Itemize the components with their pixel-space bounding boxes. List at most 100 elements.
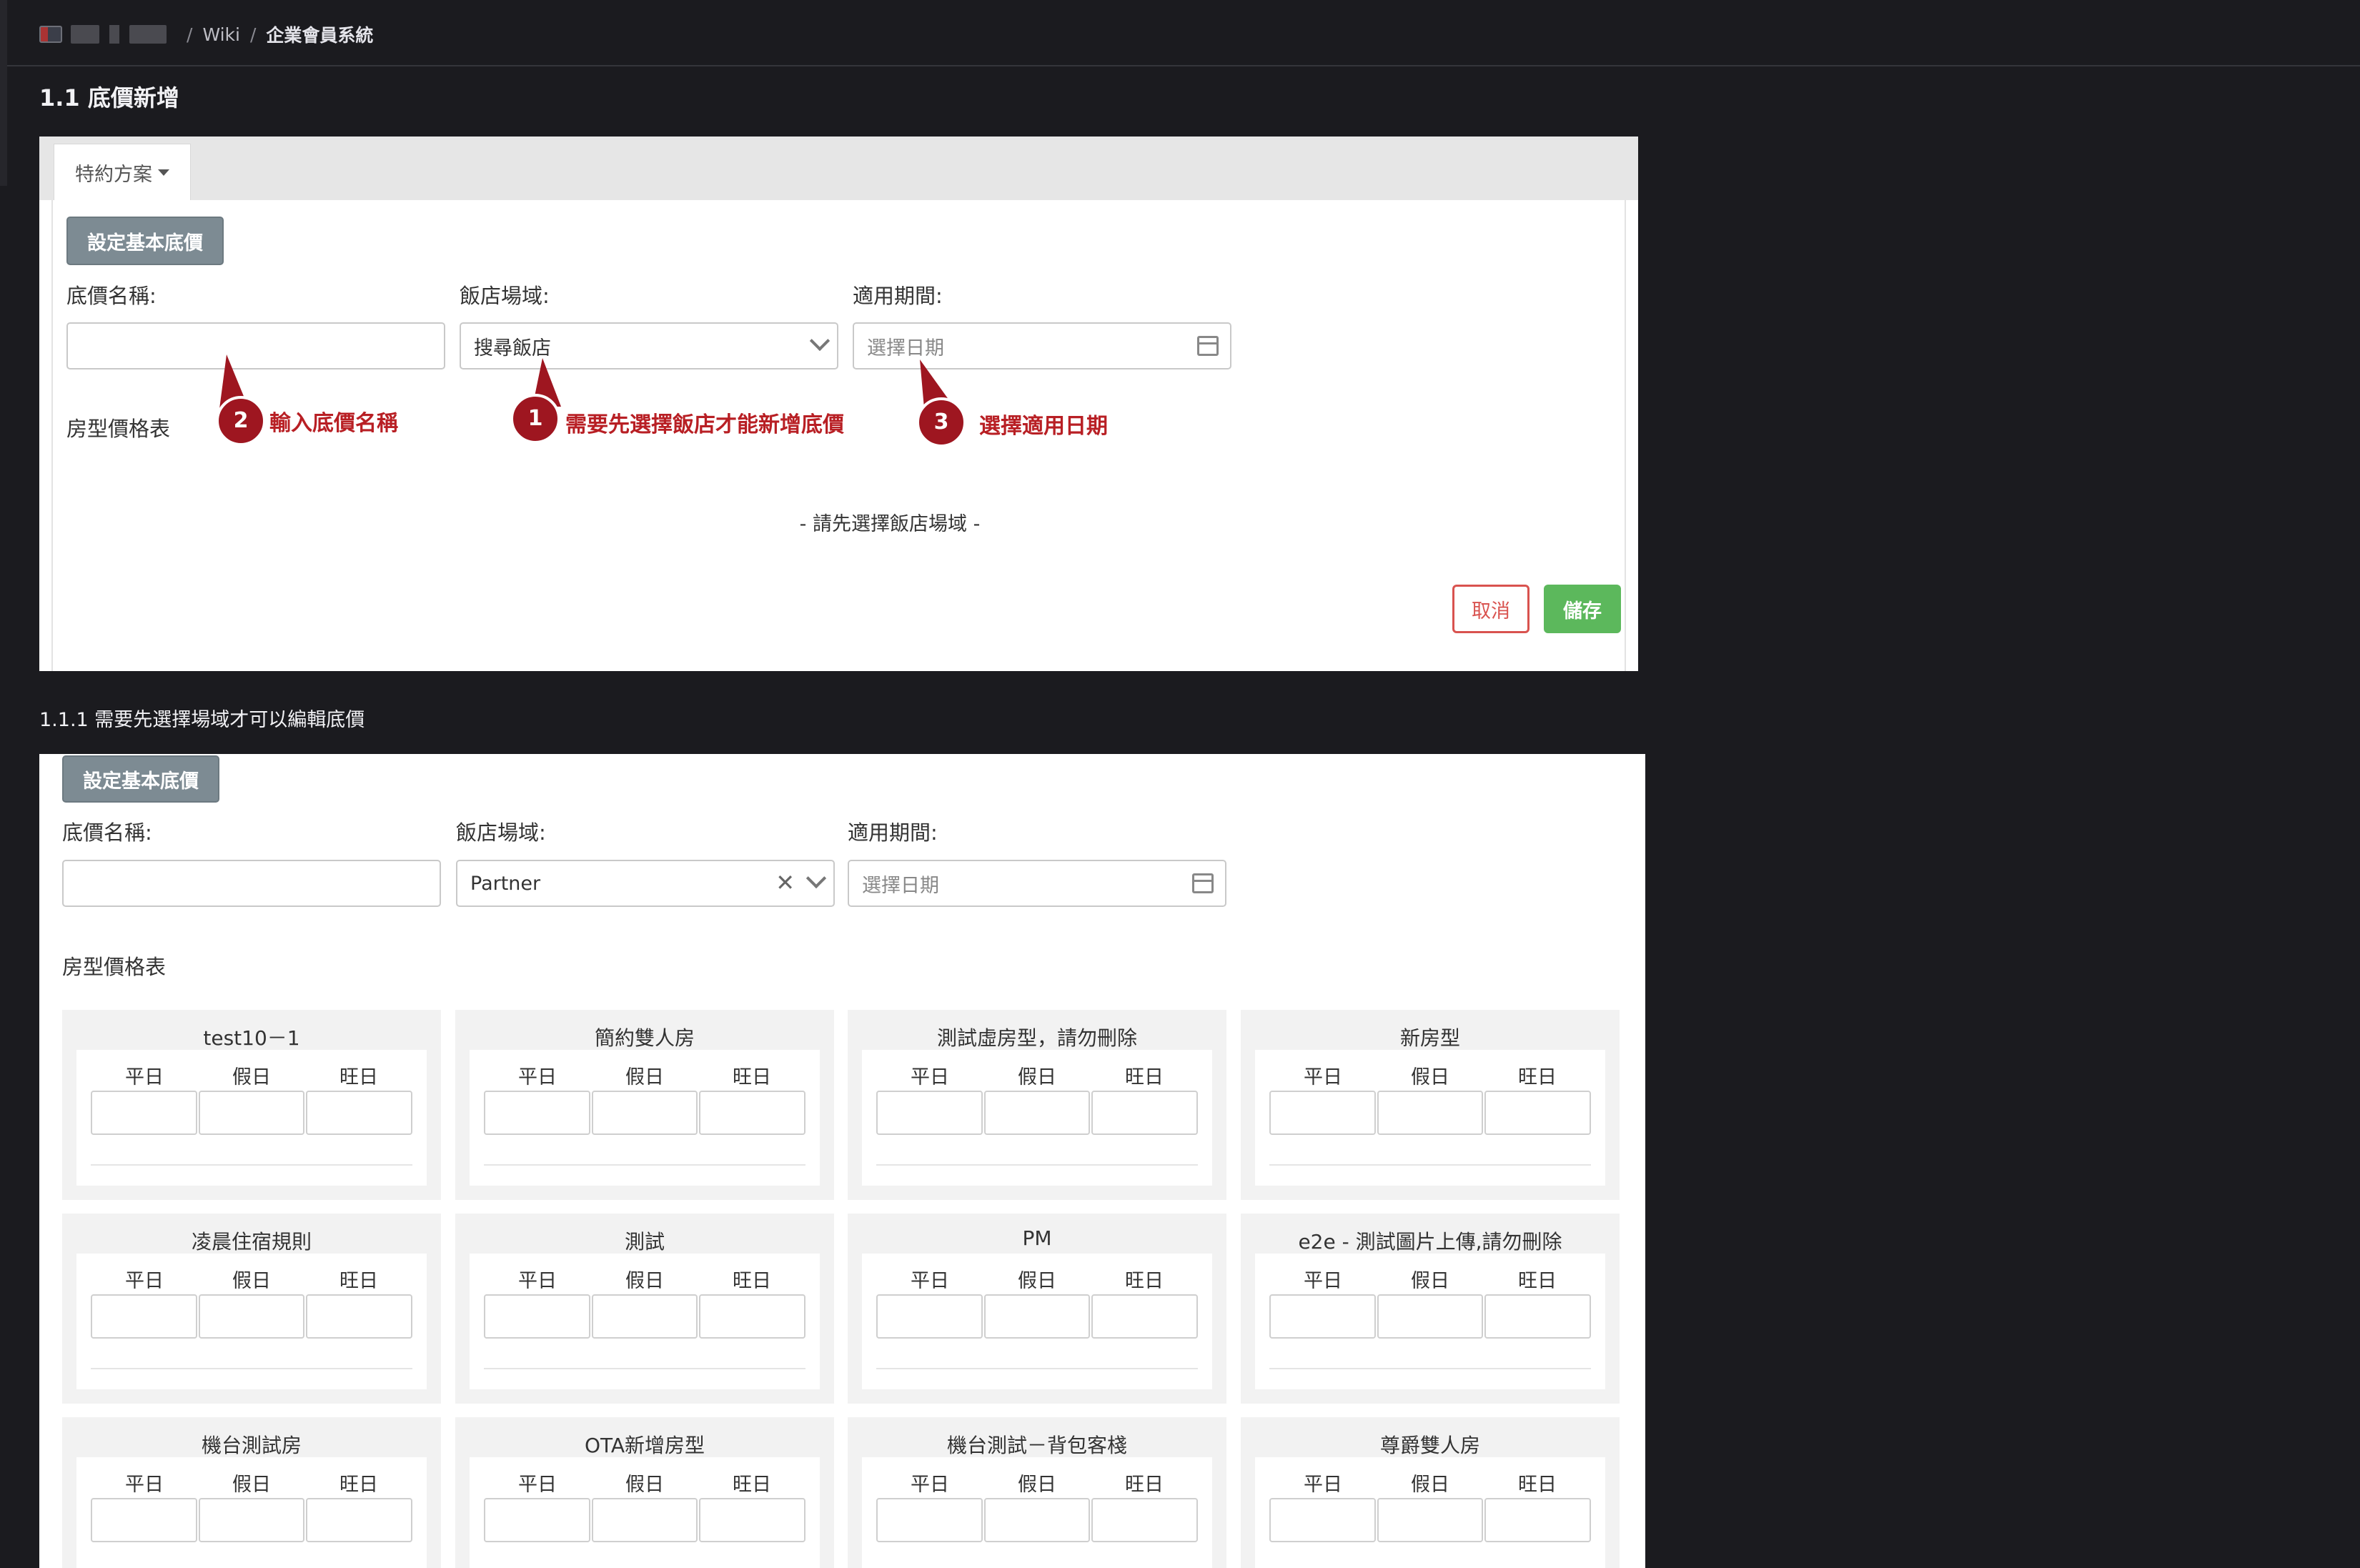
annotation-overlay	[216, 354, 966, 447]
price-column-headers: 平日 假日 旺日	[876, 1061, 1198, 1089]
name-input[interactable]	[62, 860, 441, 907]
clear-icon[interactable]: ✕	[775, 871, 795, 894]
price-inputs	[484, 1498, 806, 1542]
price-column-label: 旺日	[1518, 1474, 1557, 1496]
price-column-headers: 平日 假日 旺日	[91, 1265, 412, 1293]
price-column-label: 旺日	[1518, 1066, 1557, 1088]
price-inputs	[484, 1294, 806, 1339]
price-inputs	[876, 1294, 1199, 1339]
breadcrumb-wiki-link[interactable]: Wiki	[202, 24, 240, 45]
price-column-headers: 平日 假日 旺日	[484, 1469, 805, 1497]
price-input[interactable]	[306, 1091, 413, 1135]
price-column-label: 假日	[1411, 1066, 1449, 1088]
price-input[interactable]	[876, 1091, 983, 1135]
room-type-name: 凌晨住宿規則	[191, 1230, 312, 1254]
price-column-label: 假日	[625, 1066, 664, 1088]
price-input[interactable]	[306, 1294, 413, 1339]
price-grid: 平日 假日 旺日	[1255, 1457, 1605, 1568]
price-grid: 平日 假日 旺日	[862, 1254, 1212, 1389]
price-inputs	[876, 1091, 1199, 1135]
redacted-crumb	[129, 25, 167, 44]
price-column-label: 平日	[1304, 1066, 1342, 1088]
price-grid: 平日 假日 旺日	[862, 1050, 1212, 1186]
app-logo-icon[interactable]	[39, 26, 62, 43]
price-column-headers: 平日 假日 旺日	[1269, 1265, 1591, 1293]
price-input[interactable]	[983, 1091, 1091, 1135]
price-column-label: 平日	[518, 1066, 557, 1088]
set-base-price-button[interactable]: 設定基本底價	[62, 755, 219, 803]
price-column-headers: 平日 假日 旺日	[1269, 1469, 1591, 1497]
period-label: 適用期間:	[848, 820, 938, 845]
room-type-name: 機台測試－背包客棧	[946, 1434, 1127, 1457]
chevron-down-icon	[805, 868, 827, 889]
price-column-label: 旺日	[733, 1066, 771, 1088]
price-input[interactable]	[1091, 1091, 1199, 1135]
annotation-number: 1	[527, 406, 543, 431]
price-input[interactable]	[876, 1498, 983, 1542]
price-column-label: 假日	[1018, 1474, 1056, 1496]
price-input[interactable]	[699, 1498, 806, 1542]
name-label: 底價名稱:	[62, 820, 152, 845]
price-column-headers: 平日 假日 旺日	[484, 1265, 805, 1293]
price-input[interactable]	[1269, 1498, 1376, 1542]
price-column-label: 平日	[911, 1066, 949, 1088]
price-input[interactable]	[484, 1498, 590, 1542]
price-input[interactable]	[1377, 1294, 1484, 1339]
price-input[interactable]	[1091, 1294, 1199, 1339]
price-input[interactable]	[591, 1091, 698, 1135]
price-column-label: 假日	[625, 1474, 664, 1496]
price-input[interactable]	[1269, 1294, 1376, 1339]
room-type-card: PM 平日 假日 旺日	[848, 1214, 1226, 1404]
price-column-label: 旺日	[339, 1270, 378, 1292]
price-input[interactable]	[1484, 1294, 1592, 1339]
price-input[interactable]	[198, 1498, 305, 1542]
price-inputs	[91, 1294, 413, 1339]
price-column-label: 平日	[1304, 1270, 1342, 1292]
price-input[interactable]	[1377, 1498, 1484, 1542]
price-inputs	[1269, 1294, 1592, 1339]
price-input[interactable]	[983, 1294, 1091, 1339]
section-heading: 1.1 底價新增	[39, 84, 179, 111]
price-input[interactable]	[876, 1294, 983, 1339]
price-column-label: 旺日	[733, 1270, 771, 1292]
divider	[1269, 1164, 1591, 1166]
annotation-number: 3	[933, 410, 949, 435]
period-date-input[interactable]: 選擇日期	[848, 860, 1226, 907]
price-input[interactable]	[1377, 1091, 1484, 1135]
price-input[interactable]	[484, 1294, 590, 1339]
price-column-label: 假日	[1018, 1066, 1056, 1088]
price-grid: 平日 假日 旺日	[470, 1457, 820, 1568]
price-input[interactable]	[1269, 1091, 1376, 1135]
price-input[interactable]	[91, 1091, 197, 1135]
divider	[484, 1164, 805, 1166]
price-input[interactable]	[198, 1091, 305, 1135]
price-column-label: 旺日	[1518, 1270, 1557, 1292]
price-grid: 平日 假日 旺日	[470, 1254, 820, 1389]
price-input[interactable]	[699, 1294, 806, 1339]
price-grid: 平日 假日 旺日	[862, 1457, 1212, 1568]
price-input[interactable]	[591, 1498, 698, 1542]
price-input[interactable]	[1484, 1091, 1592, 1135]
price-column-label: 平日	[911, 1270, 949, 1292]
price-column-headers: 平日 假日 旺日	[1269, 1061, 1591, 1089]
price-input[interactable]	[1091, 1498, 1199, 1542]
hotel-select[interactable]: Partner ✕	[456, 860, 835, 907]
price-inputs	[1269, 1498, 1592, 1542]
divider	[484, 1368, 805, 1369]
price-column-label: 旺日	[1125, 1270, 1164, 1292]
price-input[interactable]	[91, 1498, 197, 1542]
price-input[interactable]	[306, 1498, 413, 1542]
price-input[interactable]	[91, 1294, 197, 1339]
price-column-headers: 平日 假日 旺日	[91, 1469, 412, 1497]
price-input[interactable]	[699, 1091, 806, 1135]
price-input[interactable]	[1484, 1498, 1592, 1542]
room-type-name: 機台測試房	[201, 1434, 302, 1457]
divider	[91, 1368, 412, 1369]
price-column-label: 旺日	[1125, 1066, 1164, 1088]
divider	[876, 1368, 1198, 1369]
screenshot-panel-new-base-price: 特約方案 設定基本底價 底價名稱: 飯店場域: 適用期間: 搜尋飯店 選擇日期 …	[39, 137, 1638, 671]
price-input[interactable]	[591, 1294, 698, 1339]
price-input[interactable]	[983, 1498, 1091, 1542]
price-input[interactable]	[198, 1294, 305, 1339]
price-input[interactable]	[484, 1091, 590, 1135]
